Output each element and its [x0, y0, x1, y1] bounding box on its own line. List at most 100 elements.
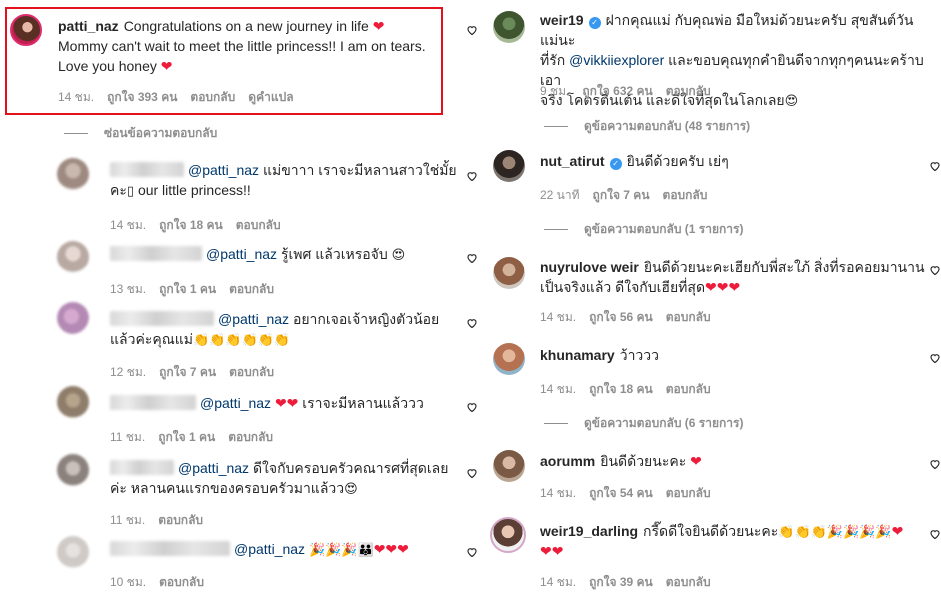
unknown-glyph-icon: ▯: [126, 183, 135, 198]
like-count[interactable]: ถูกใจ 18 คน: [589, 382, 653, 396]
reply-time[interactable]: 12 ชม.: [110, 365, 146, 379]
heart-outline-icon[interactable]: [929, 160, 941, 172]
comment-time[interactable]: 14 ชม.: [58, 90, 94, 104]
comment-text: Love you honey: [58, 58, 157, 74]
heart-outline-icon[interactable]: [466, 546, 478, 558]
comment-username[interactable]: khunamary: [540, 347, 615, 363]
comment-username[interactable]: aorumm: [540, 453, 595, 469]
mention-link[interactable]: @vikkiiexplorer: [569, 52, 664, 68]
reply-button[interactable]: ตอบกลับ: [666, 382, 711, 396]
avatar[interactable]: [57, 454, 89, 486]
heart-outline-icon[interactable]: [466, 467, 478, 479]
reply-time[interactable]: 11 ชม.: [110, 430, 145, 444]
mention-link[interactable]: @patti_naz: [188, 162, 259, 178]
avatar[interactable]: [10, 14, 42, 46]
comment-username[interactable]: nut_atirut: [540, 153, 605, 169]
heart-outline-icon[interactable]: [466, 317, 478, 329]
heart-outline-icon[interactable]: [929, 528, 941, 540]
reply-button[interactable]: ตอบกลับ: [228, 430, 273, 444]
reply-button[interactable]: ตอบกลับ: [666, 486, 711, 500]
reply-time[interactable]: 13 ชม.: [110, 282, 146, 296]
avatar[interactable]: [57, 158, 89, 190]
comment-body: nut_atirut ✓ ยินดีด้วยครับ เย่ๆ: [540, 151, 925, 171]
reply-button[interactable]: ตอบกลับ: [666, 310, 711, 324]
reply-text: ค่ะ หลานคนแรกของครอบครัวมาแล้วว: [110, 480, 345, 496]
reply-body: @patti_naz ดีใจกับครอบครัวคณารศที่สุดเลย…: [110, 458, 460, 498]
view-replies-button[interactable]: ดูข้อความตอบกลับ (48 รายการ): [544, 117, 750, 136]
reply-button[interactable]: ตอบกลับ: [666, 575, 711, 589]
heart-outline-icon[interactable]: [929, 264, 941, 276]
comment-time[interactable]: 14 ชม.: [540, 486, 576, 500]
avatar[interactable]: [493, 450, 525, 482]
avatar[interactable]: [57, 536, 89, 568]
reply-time[interactable]: 10 ชม.: [110, 575, 146, 589]
reply-button[interactable]: ตอบกลับ: [666, 84, 711, 98]
comment-body: khunamary ว้าววว: [540, 345, 925, 365]
heart-outline-icon[interactable]: [466, 252, 478, 264]
blurred-username: [110, 246, 202, 261]
heart-outline-icon[interactable]: [929, 458, 941, 470]
heart-outline-icon[interactable]: [466, 24, 478, 36]
reply-button[interactable]: ตอบกลับ: [229, 365, 274, 379]
like-count[interactable]: ถูกใจ 1 คน: [158, 430, 215, 444]
avatar[interactable]: [493, 150, 525, 182]
comment-time[interactable]: 14 ชม.: [540, 575, 576, 589]
comment-username[interactable]: patti_naz: [58, 18, 119, 34]
like-count[interactable]: ถูกใจ 393 คน: [107, 90, 177, 104]
like-count[interactable]: ถูกใจ 1 คน: [159, 282, 216, 296]
like-count[interactable]: ถูกใจ 54 คน: [589, 486, 653, 500]
heart-emoji-icon: ❤: [160, 58, 173, 74]
mention-link[interactable]: @patti_naz: [206, 246, 277, 262]
comment-username[interactable]: weir19: [540, 12, 584, 28]
mention-link[interactable]: @patti_naz: [234, 541, 305, 557]
mention-link[interactable]: @patti_naz: [178, 460, 249, 476]
reply-button[interactable]: ตอบกลับ: [190, 90, 235, 104]
heart-eyes-emoji-icon: 😍: [391, 247, 406, 262]
view-replies-label: ดูข้อความตอบกลับ (1 รายการ): [584, 222, 744, 236]
reply-button[interactable]: ตอบกลับ: [158, 513, 203, 527]
comment-time[interactable]: 14 ชม.: [540, 310, 576, 324]
view-replies-button[interactable]: ดูข้อความตอบกลับ (6 รายการ): [544, 414, 743, 433]
avatar[interactable]: [57, 386, 89, 418]
avatar[interactable]: [490, 517, 526, 553]
reply-button[interactable]: ตอบกลับ: [663, 188, 708, 202]
heart-outline-icon[interactable]: [466, 401, 478, 413]
reply-body: @patti_naz ❤❤ เราจะมีหลานแล้ววว: [110, 393, 460, 413]
heart-outline-icon[interactable]: [466, 170, 478, 182]
like-count[interactable]: ถูกใจ 7 คน: [159, 365, 216, 379]
view-replies-button[interactable]: ดูข้อความตอบกลับ (1 รายการ): [544, 220, 743, 239]
heart-outline-icon[interactable]: [929, 352, 941, 364]
reply-button[interactable]: ตอบกลับ: [236, 218, 281, 232]
comment-time[interactable]: 9 ชม.: [540, 84, 569, 98]
comment-text: ยินดีด้วยครับ เย่ๆ: [626, 153, 729, 169]
view-replies-label: ดูข้อความตอบกลับ (6 รายการ): [584, 416, 744, 430]
comment-body: aorumm ยินดีด้วยนะคะ ❤: [540, 451, 925, 471]
avatar[interactable]: [57, 241, 89, 273]
avatar[interactable]: [493, 11, 525, 43]
avatar[interactable]: [493, 343, 525, 375]
avatar[interactable]: [493, 257, 525, 289]
comment-username[interactable]: weir19_darling: [540, 523, 638, 539]
avatar[interactable]: [57, 302, 89, 334]
view-replies-label: ดูข้อความตอบกลับ (48 รายการ): [584, 119, 751, 133]
mention-link[interactable]: @patti_naz: [218, 311, 289, 327]
comment-time[interactable]: 22 นาที: [540, 188, 580, 202]
hide-replies-button[interactable]: ซ่อนข้อความตอบกลับ: [64, 124, 217, 143]
like-count[interactable]: ถูกใจ 18 คน: [159, 218, 223, 232]
reply-meta: 11 ชม. ตอบกลับ: [110, 511, 216, 530]
reply-button[interactable]: ตอบกลับ: [159, 575, 204, 589]
blurred-username: [110, 460, 174, 475]
mention-link[interactable]: @patti_naz: [200, 395, 271, 411]
like-count[interactable]: ถูกใจ 56 คน: [589, 310, 653, 324]
reply-text: แม่ขาาา เราจะมีหลานสาวใช่มั้ย: [262, 162, 457, 178]
comment-username[interactable]: nuyrulove weir: [540, 259, 639, 275]
reply-meta: 13 ชม. ถูกใจ 1 คน ตอบกลับ: [110, 280, 287, 299]
like-count[interactable]: ถูกใจ 39 คน: [589, 575, 653, 589]
reply-time[interactable]: 11 ชม.: [110, 513, 145, 527]
reply-button[interactable]: ตอบกลับ: [229, 282, 274, 296]
like-count[interactable]: ถูกใจ 632 คน: [582, 84, 652, 98]
like-count[interactable]: ถูกใจ 7 คน: [593, 188, 650, 202]
translate-button[interactable]: ดูคำแปล: [248, 90, 293, 104]
comment-time[interactable]: 14 ชม.: [540, 382, 576, 396]
reply-time[interactable]: 14 ชม.: [110, 218, 146, 232]
